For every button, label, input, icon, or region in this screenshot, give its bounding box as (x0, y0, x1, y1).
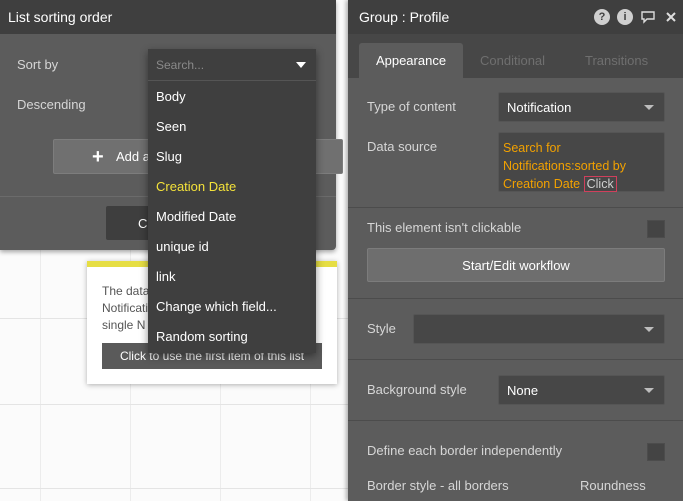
dropdown-search[interactable] (148, 49, 316, 81)
chevron-down-icon (644, 388, 654, 393)
background-style-value: None (507, 382, 539, 398)
roundness-label: Roundness (580, 478, 646, 493)
dropdown-item-creation-date[interactable]: Creation Date (148, 171, 316, 201)
section-divider (348, 207, 683, 208)
grid-line (40, 250, 41, 501)
data-source-expression[interactable]: Search for Notifications:sorted by Creat… (498, 132, 665, 192)
property-tabs: Appearance Conditional Transitions (348, 34, 683, 78)
dropdown-item-modified-date[interactable]: Modified Date (148, 201, 316, 231)
close-button-label: C (138, 215, 148, 231)
dropdown-search-input[interactable] (156, 57, 286, 72)
chevron-down-icon (644, 327, 654, 332)
type-of-content-label: Type of content (367, 99, 456, 114)
sort-by-label: Sort by (17, 57, 59, 72)
comment-icon[interactable] (640, 9, 656, 25)
dropdown-item-unique-id[interactable]: unique id (148, 231, 316, 261)
grid-line (0, 488, 348, 489)
dropdown-item-link[interactable]: link (148, 261, 316, 291)
dropdown-item-random-sorting[interactable]: Random sorting (148, 321, 316, 351)
border-style-label: Border style - all borders (367, 478, 509, 493)
caret-down-icon[interactable] (296, 62, 306, 68)
descending-label: Descending (17, 97, 86, 112)
tab-appearance[interactable]: Appearance (359, 43, 463, 78)
section-divider (348, 420, 683, 421)
tab-conditional[interactable]: Conditional (480, 43, 545, 78)
start-edit-workflow-button[interactable]: Start/Edit workflow (367, 248, 665, 282)
type-of-content-value: Notification (507, 99, 572, 115)
sorting-panel-header[interactable]: List sorting order (0, 0, 336, 34)
style-select[interactable] (413, 314, 665, 344)
section-divider (348, 298, 683, 299)
sorting-panel-title: List sorting order (8, 9, 113, 25)
plus-icon: + (92, 146, 104, 168)
background-style-label: Background style (367, 382, 467, 397)
grid-line (0, 404, 348, 405)
help-icon[interactable]: ? (594, 9, 610, 25)
property-editor-title: Group : Profile (359, 9, 450, 25)
data-source-label: Data source (367, 139, 438, 154)
property-editor-panel: Group : Profile ? i Appearance Condition… (348, 0, 683, 501)
type-of-content-select[interactable]: Notification (498, 92, 665, 122)
add-sort-label: Add a (116, 149, 150, 164)
sort-field-dropdown: Body Seen Slug Creation Date Modified Da… (148, 49, 316, 353)
background-style-select[interactable]: None (498, 375, 665, 405)
info-icon[interactable]: i (617, 9, 633, 25)
property-editor-header[interactable]: Group : Profile ? i (348, 0, 683, 34)
not-clickable-label: This element isn't clickable (367, 220, 522, 235)
click-more-token[interactable]: Click (583, 176, 617, 192)
tab-transitions[interactable]: Transitions (585, 43, 648, 78)
dropdown-item-slug[interactable]: Slug (148, 141, 316, 171)
dropdown-item-seen[interactable]: Seen (148, 111, 316, 141)
dropdown-item-change-field[interactable]: Change which field... (148, 291, 316, 321)
border-independent-checkbox[interactable] (647, 443, 665, 461)
dropdown-item-body[interactable]: Body (148, 81, 316, 111)
not-clickable-checkbox[interactable] (647, 220, 665, 238)
chevron-down-icon (644, 105, 654, 110)
close-icon[interactable] (663, 9, 679, 25)
header-icons: ? i (594, 9, 679, 25)
section-divider (348, 359, 683, 360)
style-label: Style (367, 321, 396, 336)
border-independent-label: Define each border independently (367, 443, 563, 458)
